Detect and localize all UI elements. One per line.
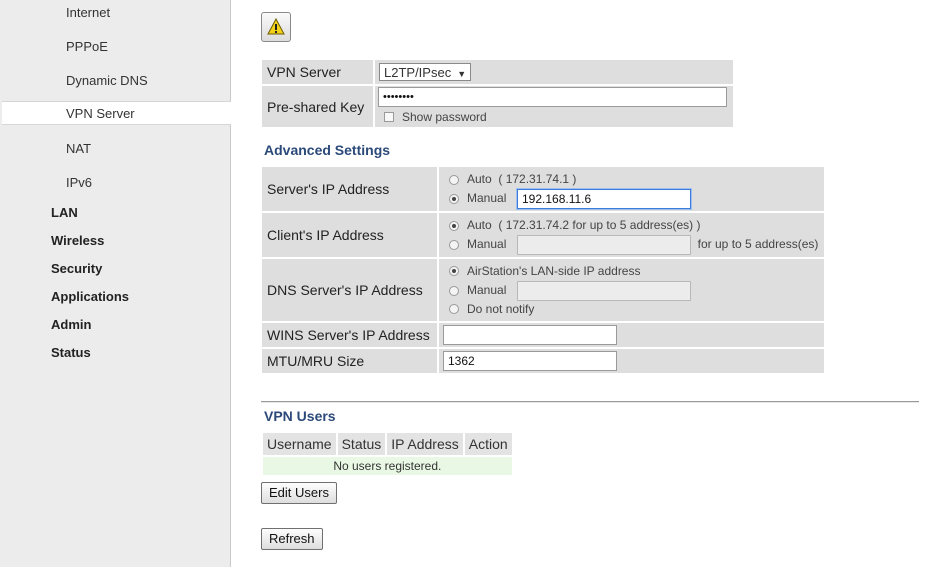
client-ip-manual-label: Manual xyxy=(467,237,507,252)
show-password-label: Show password xyxy=(402,109,487,124)
client-ip-manual-input[interactable] xyxy=(517,235,691,255)
sidebar-item-pppoe[interactable]: PPPoE xyxy=(0,35,231,59)
warning-button[interactable] xyxy=(261,12,291,42)
dns-ip-airstation-label: AirStation's LAN-side IP address xyxy=(467,263,641,278)
sidebar: Internet PPPoE Dynamic DNS VPN Server NA… xyxy=(0,0,231,567)
server-ip-manual-input[interactable]: 192.168.11.6 xyxy=(517,189,691,209)
dns-ip-manual-label: Manual xyxy=(467,282,507,297)
sidebar-item-vpn-server[interactable]: VPN Server xyxy=(2,101,231,125)
psk-label: Pre-shared Key xyxy=(262,86,373,127)
section-divider xyxy=(261,401,919,403)
users-col-username: Username xyxy=(263,433,336,455)
client-ip-auto-value: ( 172.31.74.2 for up to 5 address(es) ) xyxy=(498,218,701,232)
warning-triangle-icon xyxy=(267,18,285,35)
refresh-button[interactable]: Refresh xyxy=(261,528,323,550)
psk-input[interactable]: •••••••• xyxy=(378,86,727,107)
server-ip-auto-value: ( 172.31.74.1 ) xyxy=(498,172,577,186)
dns-ip-do-not-notify-radio[interactable] xyxy=(449,304,459,315)
server-ip-label: Server's IP Address xyxy=(262,167,437,211)
dropdown-arrow-icon: ▼ xyxy=(457,69,467,79)
advanced-settings-table: Server's IP Address Auto ( 172.31.74.1 )… xyxy=(260,165,826,375)
client-ip-label: Client's IP Address xyxy=(262,213,437,257)
edit-users-button[interactable]: Edit Users xyxy=(261,482,337,504)
sidebar-item-admin[interactable]: Admin xyxy=(51,315,91,335)
client-ip-manual-suffix: for up to 5 address(es) xyxy=(697,237,819,252)
sidebar-item-lan[interactable]: LAN xyxy=(51,203,78,223)
server-ip-manual-label: Manual xyxy=(467,191,507,206)
wins-ip-input[interactable] xyxy=(443,325,617,345)
users-empty-message: No users registered. xyxy=(263,457,512,475)
client-ip-auto-label: Auto xyxy=(467,218,492,232)
server-ip-manual-radio[interactable] xyxy=(449,194,459,204)
sidebar-item-applications[interactable]: Applications xyxy=(51,287,129,307)
advanced-settings-title: Advanced Settings xyxy=(264,142,391,158)
vpn-users-table: Username Status IP Address Action No use… xyxy=(261,431,514,477)
sidebar-item-internet[interactable]: Internet xyxy=(0,1,231,25)
sidebar-item-dynamic-dns[interactable]: Dynamic DNS xyxy=(0,69,231,93)
users-col-status: Status xyxy=(337,433,386,455)
vpn-server-label: VPN Server xyxy=(262,60,373,84)
mtu-label: MTU/MRU Size xyxy=(262,349,437,373)
vpn-server-select[interactable]: L2TP/IPsec ▼ xyxy=(379,63,472,81)
sidebar-item-nat[interactable]: NAT xyxy=(0,137,231,161)
client-ip-manual-radio[interactable] xyxy=(449,240,459,250)
dns-ip-label: DNS Server's IP Address xyxy=(262,259,437,321)
sidebar-item-security[interactable]: Security xyxy=(51,259,102,279)
mtu-input[interactable]: 1362 xyxy=(443,351,617,371)
server-ip-auto-label: Auto xyxy=(467,172,492,186)
wins-ip-label: WINS Server's IP Address xyxy=(262,323,437,347)
sidebar-item-status[interactable]: Status xyxy=(51,343,91,363)
sidebar-item-wireless[interactable]: Wireless xyxy=(51,231,104,251)
client-ip-auto-radio[interactable] xyxy=(449,220,459,231)
vpn-users-title: VPN Users xyxy=(264,408,336,424)
vpn-server-select-value: L2TP/IPsec xyxy=(384,65,452,80)
users-col-ip-address: IP Address xyxy=(387,433,463,455)
users-col-action: Action xyxy=(464,433,512,455)
show-password-checkbox[interactable] xyxy=(384,112,394,123)
sidebar-item-ipv6[interactable]: IPv6 xyxy=(0,171,231,195)
dns-ip-manual-input[interactable] xyxy=(517,280,691,301)
server-ip-auto-radio[interactable] xyxy=(449,174,459,185)
dns-ip-airstation-radio[interactable] xyxy=(449,266,459,277)
dns-ip-manual-radio[interactable] xyxy=(449,285,459,296)
vpn-server-table: VPN Server L2TP/IPsec ▼ Pre-shared Key ••… xyxy=(260,58,735,129)
dns-ip-do-not-notify-label: Do not notify xyxy=(467,301,535,316)
